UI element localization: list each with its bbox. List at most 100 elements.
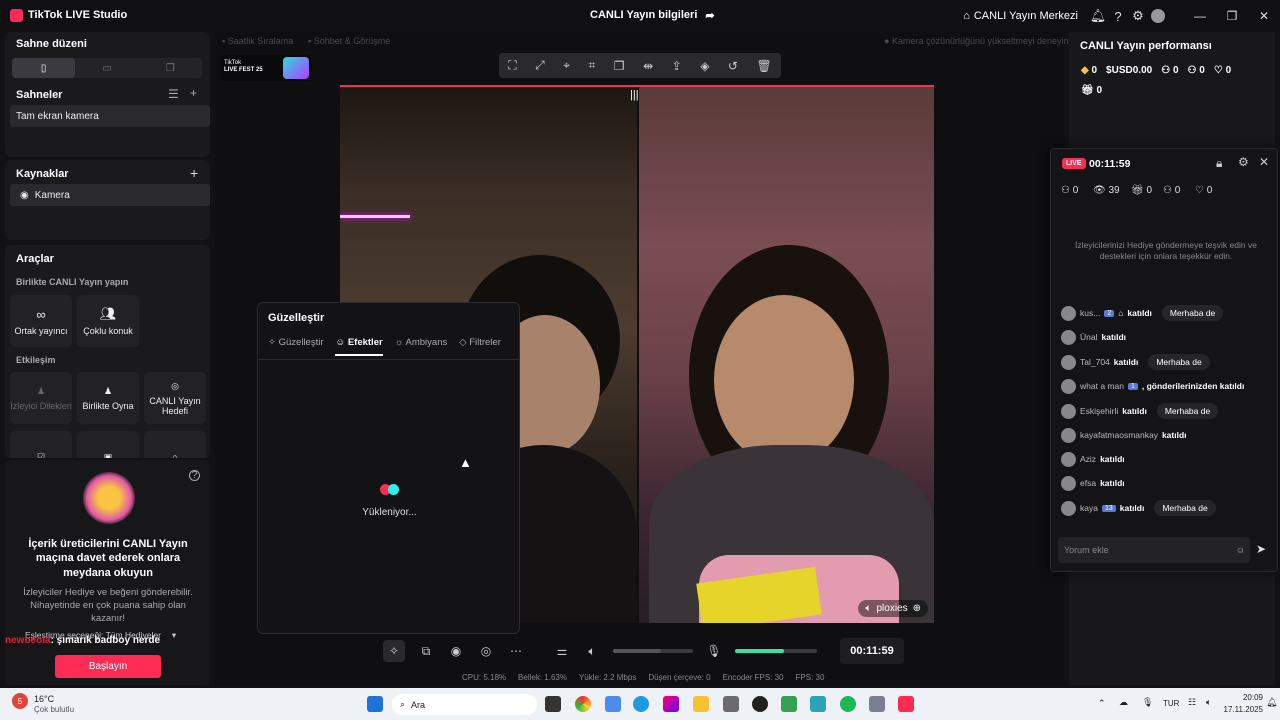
play-together-tool[interactable]: ♟ Birlikte Oyna — [77, 372, 139, 424]
close-button[interactable]: ✕ — [1248, 9, 1280, 23]
speaker-icon[interactable]: 🔈︎ — [583, 644, 601, 659]
live-center-button[interactable]: ⌂ CANLI Yayın Merkezi — [963, 10, 1078, 22]
list-icon[interactable]: ☰ — [168, 87, 179, 101]
multi-layout-icon[interactable]: ❐ — [139, 58, 202, 78]
weather-temp[interactable]: 16°C — [34, 694, 54, 704]
tool-box[interactable]: ▣ — [77, 431, 139, 458]
start-button[interactable]: Başlayın — [55, 655, 161, 678]
center-icon[interactable]: ⌖ — [563, 58, 570, 73]
live-info-button[interactable]: CANLI Yayın bilgileri ➦ — [590, 9, 715, 22]
tab-effects[interactable]: ☺ Efektler — [335, 337, 383, 356]
language-indicator[interactable]: TUR — [1163, 699, 1179, 708]
layout-icon[interactable]: ⧉ — [417, 644, 435, 659]
layout-selector[interactable]: ▯ ▭ ❐ — [12, 58, 202, 78]
fit-icon[interactable]: ⤢ — [535, 58, 545, 73]
chat-username[interactable]: Tal_704 — [1080, 357, 1110, 367]
obs-icon[interactable] — [752, 696, 768, 712]
delete-icon[interactable]: 🗑︎ — [756, 59, 771, 73]
tab-beautify[interactable]: ✧ Güzelleştir — [268, 337, 323, 356]
task-view-icon[interactable] — [545, 696, 561, 712]
flip-icon[interactable]: ⇹ — [643, 59, 653, 73]
settings-icon[interactable]: ⚙ — [1238, 155, 1249, 169]
network-icon[interactable]: ☷ — [1188, 697, 1196, 708]
app-icon[interactable] — [605, 696, 621, 712]
chat-username[interactable]: what a man — [1080, 381, 1124, 391]
chat-username[interactable]: Eskişehirli — [1080, 406, 1118, 416]
snip-icon[interactable] — [723, 696, 739, 712]
emoji-icon[interactable]: ☺ — [1236, 545, 1245, 555]
folder-icon[interactable] — [693, 696, 709, 712]
source-item[interactable]: ◉ Kamera — [10, 184, 210, 206]
volume-icon[interactable]: 🔈︎ — [1206, 697, 1211, 708]
gear-icon[interactable]: ⚙ — [1128, 6, 1148, 26]
camera-switch-icon[interactable]: ◎ — [477, 644, 495, 658]
chat-username[interactable]: kaya — [1080, 503, 1098, 513]
maximize-button[interactable]: ❐ — [1216, 9, 1248, 23]
lock-icon[interactable]: 🔒︎ — [1216, 156, 1222, 171]
bring-forward-icon[interactable]: ⇪ — [672, 59, 682, 73]
portrait-icon[interactable]: ▯ — [12, 58, 76, 78]
scene-item[interactable]: Tam ekran kamera — [10, 105, 210, 127]
chrome-icon[interactable] — [575, 696, 591, 712]
comment-input[interactable]: Yorum ekle ☺ — [1058, 537, 1250, 563]
app3-icon[interactable] — [810, 696, 826, 712]
crop-icon[interactable]: ⌗ — [589, 58, 596, 73]
chat-username[interactable]: efsa — [1080, 478, 1096, 488]
chat-username[interactable]: kus... — [1080, 308, 1100, 318]
mic-icon[interactable]: 🎙︎ — [705, 644, 723, 658]
help-icon[interactable]: ? — [1108, 6, 1128, 26]
add-source-icon[interactable]: + — [190, 165, 198, 181]
send-icon[interactable]: ➤ — [1256, 542, 1266, 556]
cloud-icon[interactable]: ☁ — [1119, 697, 1128, 708]
taskbar-search[interactable]: ⌕ Ara — [392, 694, 537, 715]
layers-icon[interactable]: ◈ — [700, 59, 709, 73]
edge-icon[interactable] — [633, 696, 649, 712]
duplicate-icon[interactable]: ❐ — [614, 59, 625, 73]
more-icon[interactable]: ⋯ — [507, 644, 525, 658]
chat-username[interactable]: kayafatmaosmankay — [1080, 430, 1158, 440]
tool-checklist[interactable]: ☑ — [10, 431, 72, 458]
guest-tag[interactable]: 🔈︎ ploxies ⊕ — [858, 600, 928, 617]
say-hello-button[interactable]: Merhaba de — [1148, 354, 1210, 370]
say-hello-button[interactable]: Merhaba de — [1161, 305, 1224, 321]
start-icon[interactable] — [367, 696, 383, 712]
settings-app-icon[interactable] — [869, 696, 885, 712]
viewer-wishes-tool[interactable]: ♟ İzleyici Dilekleri — [10, 372, 72, 424]
live-goal-tool[interactable]: ◎ CANLI Yayın Hedefi — [144, 372, 206, 424]
landscape-icon[interactable]: ▭ — [75, 58, 138, 78]
multi-guest-tool[interactable]: 👥︎ Çoklu konuk — [77, 295, 139, 347]
mic-slider[interactable] — [735, 649, 817, 653]
copilot-icon[interactable] — [663, 696, 679, 712]
say-hello-button[interactable]: Merhaba de — [1154, 500, 1216, 516]
stat-gifts-value: 0 — [1146, 185, 1153, 196]
chat-username[interactable]: Aziz — [1080, 454, 1096, 464]
performance-stats: CPU: 5.18% Bellek: 1.63% Yükle: 2.2 Mbps… — [462, 673, 824, 682]
app2-icon[interactable] — [781, 696, 797, 712]
settings-sliders-icon[interactable]: ⚌ — [553, 644, 571, 658]
match-promo-panel: ? İçerik üreticilerini CANLI Yayın maçın… — [5, 460, 210, 685]
add-scene-icon[interactable]: + — [190, 86, 197, 100]
rotate-icon[interactable]: ↺ — [728, 59, 738, 73]
mic-icon[interactable]: 🎙︎ — [1142, 697, 1153, 708]
close-icon[interactable]: ✕ — [1259, 155, 1269, 169]
clock-time[interactable]: 20:09 — [1227, 693, 1263, 702]
promo-title: İçerik üreticilerini CANLI Yayın maçına … — [28, 538, 188, 579]
fullscreen-icon[interactable]: ⛶ — [508, 58, 516, 73]
help-icon[interactable]: ? — [189, 470, 200, 481]
chevron-up-icon[interactable]: ⌃ — [1098, 698, 1106, 709]
record-icon[interactable]: ◉ — [447, 644, 465, 658]
tab-ambiance[interactable]: ☼ Ambiyans — [395, 337, 448, 356]
chat-username[interactable]: Ünal — [1080, 332, 1097, 342]
say-hello-button[interactable]: Merhaba de — [1156, 403, 1219, 419]
bell-icon[interactable]: 🔔︎ — [1088, 6, 1108, 26]
tool-store[interactable]: ⌂ — [144, 431, 206, 458]
beautify-toggle-icon[interactable]: ✧ — [383, 640, 405, 662]
tiktok-live-icon[interactable] — [898, 696, 914, 712]
minimize-button[interactable]: — — [1184, 9, 1216, 23]
spotify-icon[interactable] — [840, 696, 856, 712]
avatar[interactable] — [1148, 6, 1168, 26]
tab-filters[interactable]: ◇ Filtreler — [459, 337, 501, 356]
cohost-tool[interactable]: ∞ Ortak yayıncı — [10, 295, 72, 347]
notification-icon[interactable]: 🔔︎ — [1266, 697, 1277, 708]
volume-slider[interactable] — [613, 649, 693, 653]
